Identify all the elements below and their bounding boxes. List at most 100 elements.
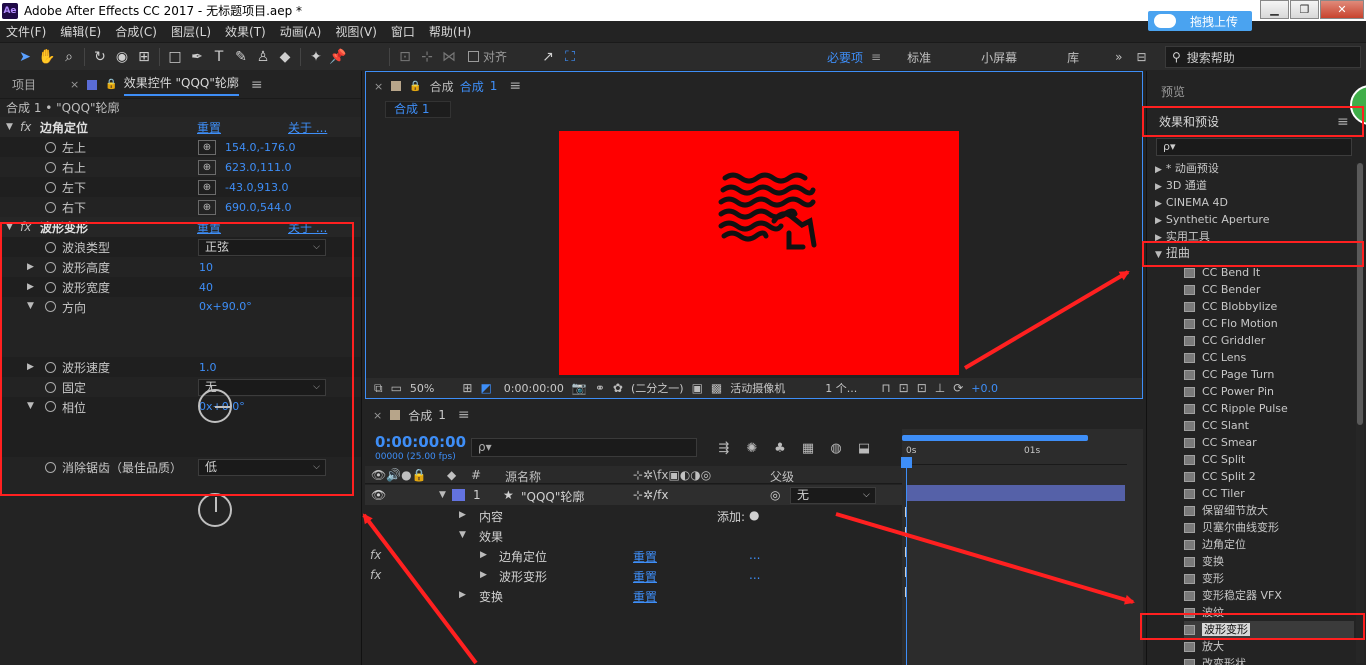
layer-duration-bar[interactable] xyxy=(907,485,1125,501)
expand-triangle-icon[interactable]: ▼ xyxy=(439,490,446,500)
snap-option-icon[interactable]: ↗ xyxy=(537,46,559,68)
layer-color-swatch[interactable] xyxy=(452,489,465,501)
puppet-pin-icon[interactable]: 📌 xyxy=(327,46,349,68)
fx-icon[interactable]: fx xyxy=(370,548,381,562)
timeline-timecode[interactable]: 0:00:00:00 xyxy=(375,433,466,451)
stopwatch-icon[interactable] xyxy=(45,201,56,213)
resolution-dropdown[interactable]: (二分之一) xyxy=(631,380,684,396)
pick-whip-icon[interactable]: ◎ xyxy=(770,488,780,502)
timeline-track-area[interactable]: 0s 01s xyxy=(901,429,1143,665)
effect-preset-item[interactable]: CC Smear xyxy=(1184,434,1354,451)
effect-preset-item[interactable]: CC Slant xyxy=(1184,417,1354,434)
menu-view[interactable]: 视图(V) xyxy=(335,23,377,40)
column-source-name[interactable]: 源名称 xyxy=(505,468,541,485)
effect-preset-item[interactable]: 保留细节放大 xyxy=(1184,502,1354,519)
expand-triangle-icon[interactable]: ▶ xyxy=(1155,165,1162,175)
roto-brush-icon[interactable]: ✦ xyxy=(305,46,327,68)
snapshot-icon[interactable]: 📷 xyxy=(572,381,587,395)
menu-edit[interactable]: 编辑(E) xyxy=(60,23,101,40)
hand-icon[interactable]: ✋ xyxy=(36,46,58,68)
effect-preset-item[interactable]: CC Ripple Pulse xyxy=(1184,400,1354,417)
effects-row[interactable]: ▼ 效果 xyxy=(365,525,902,545)
color-channel-icon[interactable]: ✿ xyxy=(613,381,623,395)
effect-preset-item[interactable]: 贝塞尔曲线变形 xyxy=(1184,519,1354,536)
reset-link[interactable]: 重置 xyxy=(633,588,657,605)
reset-link[interactable]: 重置 xyxy=(197,119,221,136)
layer-switches-icon[interactable]: ⊹✲/fx xyxy=(633,488,668,502)
effect-preset-item[interactable]: CC Lens xyxy=(1184,349,1354,366)
effect-preset-item[interactable]: CC Blobbylize xyxy=(1184,298,1354,315)
workspace-overflow-icon[interactable]: » xyxy=(1115,50,1122,64)
workspace-standard[interactable]: 标准 xyxy=(907,49,931,66)
effect-preset-item[interactable]: 变形 xyxy=(1184,570,1354,587)
snap-checkbox[interactable] xyxy=(468,51,479,62)
show-snapshot-icon[interactable]: ⚭ xyxy=(595,381,605,395)
parent-dropdown[interactable]: 无 ⌵ xyxy=(790,487,876,504)
category-synthetic-aperture[interactable]: ▶ Synthetic Aperture xyxy=(1147,211,1357,228)
draft-3d-icon[interactable]: ✺ xyxy=(738,441,766,456)
effect-preset-item[interactable]: CC Power Pin xyxy=(1184,383,1354,400)
comp-navigator-tab[interactable]: 合成 1 xyxy=(385,101,451,118)
stamp-icon[interactable]: ♙ xyxy=(252,46,274,68)
contents-row[interactable]: ▶ 内容 添加: ● xyxy=(365,505,902,525)
view-axis-icon[interactable]: ⋈ xyxy=(438,46,460,68)
reset-exposure-icon[interactable]: ⟳ xyxy=(953,381,963,395)
help-search-input[interactable]: ⚲ 搜索帮助 xyxy=(1165,46,1361,68)
crosshair-icon[interactable]: ⊕ xyxy=(198,140,216,155)
rectangle-icon[interactable]: □ xyxy=(164,46,186,68)
effects-search-input[interactable]: ρ▾ xyxy=(1156,138,1352,156)
expand-triangle-icon[interactable]: ▶ xyxy=(480,550,487,560)
lock-icon[interactable]: 🔒 xyxy=(409,81,421,92)
expand-triangle-icon[interactable]: ▶ xyxy=(480,570,487,580)
timeline-icon[interactable]: ⊡ xyxy=(917,381,927,395)
camera-icon[interactable]: ◉ xyxy=(111,46,133,68)
exposure-value[interactable]: +0.0 xyxy=(971,382,998,395)
more-options[interactable]: ... xyxy=(749,568,760,582)
expand-triangle-icon[interactable]: ▼ xyxy=(459,530,466,540)
effect-row-corner-pin[interactable]: fx ▶ 边角定位 重置 ... xyxy=(365,545,902,565)
playhead[interactable] xyxy=(901,457,912,665)
param-value[interactable]: -43.0,913.0 xyxy=(225,181,288,194)
expand-triangle-icon[interactable]: ▶ xyxy=(459,590,466,600)
stopwatch-icon[interactable] xyxy=(45,161,56,173)
category-3d-channel[interactable]: ▶ 3D 通道 xyxy=(1147,177,1357,194)
effect-preset-item[interactable]: 边角定位 xyxy=(1184,536,1354,553)
effect-preset-item[interactable]: 放大 xyxy=(1184,638,1354,655)
close-tab-icon[interactable]: × xyxy=(374,80,383,93)
eye-icon[interactable]: 👁 xyxy=(371,488,386,502)
shy-layers-icon[interactable]: ♣ xyxy=(766,441,794,456)
expand-triangle-icon[interactable]: ▶ xyxy=(459,510,466,520)
phase-dial[interactable] xyxy=(198,493,232,527)
panel-menu-icon[interactable]: ≡ xyxy=(509,78,521,94)
rotate-icon[interactable]: ↻ xyxy=(89,46,111,68)
param-value[interactable]: 690.0,544.0 xyxy=(225,201,291,214)
reset-link[interactable]: 重置 xyxy=(633,548,657,565)
lock-icon[interactable]: 🔒 xyxy=(105,79,117,90)
effect-preset-item[interactable]: CC Split xyxy=(1184,451,1354,468)
expand-triangle-icon[interactable]: ▶ xyxy=(1155,216,1162,226)
motion-blur-icon[interactable]: ◍ xyxy=(822,441,850,456)
crosshair-icon[interactable]: ⊕ xyxy=(198,200,216,215)
param-value[interactable]: 154.0,-176.0 xyxy=(225,141,295,154)
transform-row[interactable]: ▶ 变换 重置 xyxy=(365,585,902,605)
effect-preset-item[interactable]: CC Bender xyxy=(1184,281,1354,298)
work-area-bar[interactable] xyxy=(902,435,1088,441)
timeline-tab-name[interactable]: 合成 xyxy=(408,407,432,424)
comp-tab-name[interactable]: 合成 xyxy=(460,78,484,95)
add-menu-icon[interactable]: ● xyxy=(749,508,759,522)
viewer-timecode[interactable]: 0:00:00:00 xyxy=(504,382,564,395)
effect-preset-item[interactable]: 变形稳定器 VFX xyxy=(1184,587,1354,604)
fx-icon[interactable]: fx xyxy=(20,120,31,134)
workspace-library[interactable]: 库 xyxy=(1067,49,1079,66)
views-dropdown[interactable]: 1 个... xyxy=(825,380,857,396)
pan-behind-icon[interactable]: ⊞ xyxy=(133,46,155,68)
region-of-interest-icon[interactable]: ▣ xyxy=(692,381,703,395)
effect-corner-pin[interactable]: ▼ fx 边角定位 重置 关于 ... xyxy=(0,117,361,137)
expand-triangle-icon[interactable]: ▶ xyxy=(1155,182,1162,192)
close-tab-icon[interactable]: × xyxy=(373,409,382,422)
preview-panel-title[interactable]: 预览 xyxy=(1161,83,1185,100)
local-axis-icon[interactable]: ⊡ xyxy=(394,46,416,68)
panel-menu-icon[interactable]: ≡ xyxy=(251,77,263,93)
menu-animation[interactable]: 动画(A) xyxy=(280,23,322,40)
crosshair-icon[interactable]: ⊕ xyxy=(198,180,216,195)
